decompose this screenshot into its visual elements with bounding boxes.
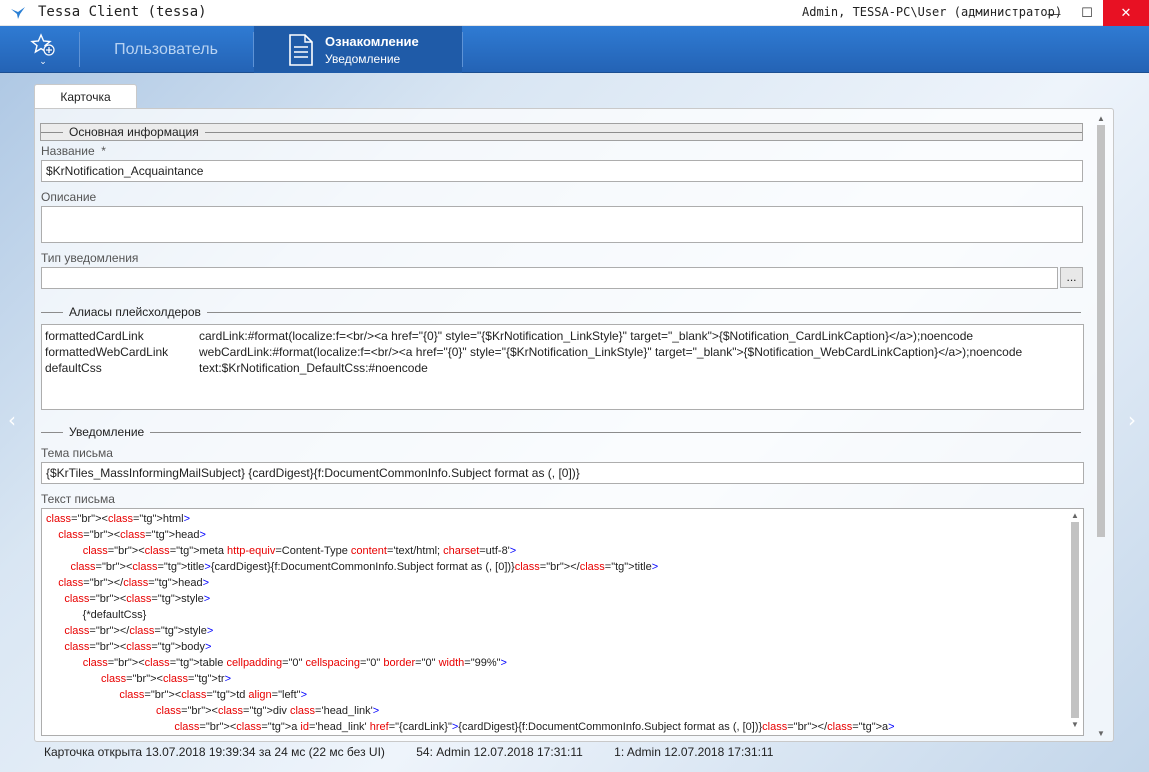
code-line: class="br"><class="tg">style> [64,593,211,605]
code-line: class="br"><class="tg">meta http-equiv=C… [82,545,517,557]
divider [462,32,463,67]
divider [41,431,63,433]
alias-row: formattedWebCardLink webCardLink:#format(… [45,345,1022,359]
alias-row: defaultCss text:$KrNotification_DefaultCs… [45,361,428,375]
status-created: 1: Admin 12.07.2018 17:31:11 [614,745,774,759]
status-opened: Карточка открыта 13.07.2018 19:39:34 за … [44,745,385,759]
code-line: class="br"><class="tg">title>{cardDigest… [70,561,659,573]
alias-key: defaultCss [45,361,102,375]
required-mark: * [101,144,106,158]
favorites-button[interactable]: ⌄ [8,26,78,73]
subject-field[interactable]: {$KrTiles_MassInformingMailSubject} {car… [41,462,1084,484]
window-titlebar: Tessa Client (tessa) Admin, TESSA-PC\Use… [0,0,1149,26]
top-navigation: ⌄ Пользователь Ознакомление Уведомление [0,26,1149,73]
section-aliases: Алиасы плейсхолдеров [41,304,1081,320]
alias-key: formattedCardLink [45,329,144,343]
alias-value: cardLink:#format(localize:f=<br/><a href… [199,329,974,343]
section-title: Алиасы плейсхолдеров [69,305,201,319]
code-line: class="br"><class="tg">head> [58,529,206,541]
name-field[interactable]: $KrNotification_Acquaintance [41,160,1083,182]
scroll-down-icon[interactable]: ▼ [1095,729,1107,738]
tab-card[interactable]: Карточка [34,84,137,109]
body-editor[interactable]: class="br"><class="tg">html> class="br">… [41,508,1084,736]
card-scrollbar[interactable]: ▲ ▼ [1095,114,1107,738]
scroll-up-icon[interactable]: ▲ [1095,114,1107,123]
notification-type-field[interactable] [41,267,1058,289]
status-bar: Карточка открыта 13.07.2018 19:39:34 за … [44,745,801,759]
description-field[interactable] [41,206,1083,243]
code-line: {*defaultCss} [46,609,147,621]
name-label-text: Название [41,144,95,158]
tab-user[interactable]: Пользователь [80,26,252,73]
notification-type-label: Тип уведомления [41,251,139,265]
code-line: class="br"><class="tg">td align="left"> [119,689,308,701]
divider [150,431,1081,433]
divider [206,311,1081,313]
body-scrollbar[interactable]: ▲ ▼ [1069,511,1081,733]
right-panel-toggle-icon[interactable]: › [1128,408,1136,432]
divider [41,311,63,313]
alias-key: formattedWebCardLink [45,345,169,359]
minimize-button[interactable]: — [1037,0,1071,26]
close-icon: ✕ [1120,5,1132,20]
code-line: class="br"><class="tg">div class='head_l… [156,705,380,717]
subject-label: Тема письма [41,446,113,460]
code-line: class="br"><class="tg">html> [46,513,191,525]
section-main-info: Основная информация [40,123,1083,141]
scroll-thumb[interactable] [1071,522,1079,718]
document-icon [289,34,313,66]
description-label: Описание [41,190,97,204]
maximize-icon: ☐ [1081,5,1093,20]
divider [204,131,1082,133]
tab-subtitle: Уведомление [325,52,401,66]
code-line: class="br"></class="tg">head> [58,577,210,589]
alias-value: text:$KrNotification_DefaultCss:#noencod… [199,361,428,375]
close-button[interactable]: ✕ [1103,0,1149,26]
chevron-down-icon: ⌄ [39,56,47,66]
tab-acquaintance[interactable]: Ознакомление Уведомление [254,26,462,73]
aliases-editor[interactable]: formattedCardLink cardLink:#format(locali… [41,324,1084,410]
name-label: Название * [41,144,106,158]
select-type-button[interactable]: ... [1060,267,1083,288]
section-title: Основная информация [69,125,199,139]
scroll-down-icon[interactable]: ▼ [1069,720,1081,729]
divider [41,131,63,133]
scroll-up-icon[interactable]: ▲ [1069,511,1081,520]
scroll-thumb[interactable] [1097,125,1105,537]
section-title: Уведомление [69,425,145,439]
tessa-logo-icon [11,7,25,19]
window-title: Tessa Client (tessa) [38,4,207,20]
minimize-icon: — [1047,5,1061,21]
maximize-button[interactable]: ☐ [1070,0,1104,26]
alias-row: formattedCardLink cardLink:#format(locali… [45,329,973,343]
alias-value: webCardLink:#format(localize:f=<br/><a h… [199,345,1023,359]
code-line: class="br"><class="tg">tr> [101,673,232,685]
card-panel: Основная информация Название * $KrNotifi… [34,108,1114,742]
code-line: class="br"><class="tg">table cellpadding… [82,657,507,669]
tab-title: Ознакомление [325,34,419,49]
section-notification: Уведомление [41,424,1081,440]
status-version: 54: Admin 12.07.2018 17:31:11 [416,745,583,759]
code-line: class="br"><class="tg">a id='head_link' … [174,721,895,733]
code-line: class="br"><class="tg">body> [64,641,212,653]
left-panel-toggle-icon[interactable]: ‹ [8,408,16,432]
current-user: Admin, TESSA-PC\User (администратор) [802,5,1063,19]
code-line: class="br"></class="tg">style> [64,625,214,637]
star-add-icon [30,33,55,56]
body-label: Текст письма [41,492,115,506]
